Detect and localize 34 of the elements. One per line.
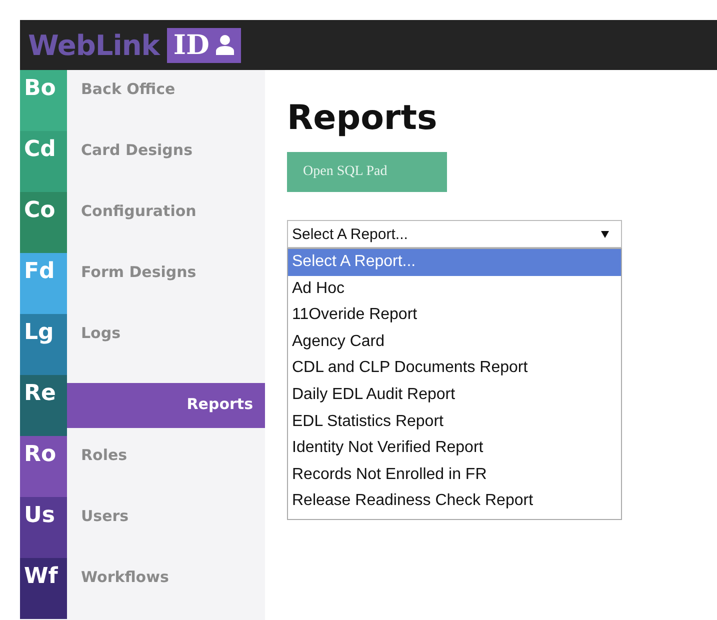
brand-logo: WebLink: [28, 28, 160, 62]
nav-badge: Cd: [20, 131, 67, 192]
sidebar-item[interactable]: Workflows: [67, 558, 265, 619]
dropdown-option[interactable]: Identity Not Verified Report: [288, 435, 621, 462]
nav-badge: Bo: [20, 70, 67, 131]
report-select[interactable]: Select A Report...: [287, 220, 622, 248]
sidebar-item[interactable]: Configuration: [67, 192, 265, 253]
dropdown-option[interactable]: Ad Hoc: [288, 276, 621, 302]
nav-badge: Ro: [20, 436, 67, 497]
dropdown-option[interactable]: Release Readiness Check Report: [288, 488, 621, 515]
dropdown-option[interactable]: 11Overide Report: [288, 302, 621, 329]
id-badge: ID: [167, 28, 242, 62]
dropdown-option[interactable]: Daily EDL Audit Report: [288, 382, 621, 409]
sidebar-item[interactable]: Roles: [67, 436, 265, 497]
dropdown-option[interactable]: Records Not Enrolled in FR: [288, 462, 621, 488]
sidebar-item[interactable]: Back Office: [67, 70, 265, 131]
nav-badge: Co: [20, 192, 67, 253]
dropdown-option[interactable]: Agency Card: [288, 328, 621, 356]
person-icon: [215, 34, 236, 56]
sidebar-item[interactable]: Reports: [67, 383, 265, 428]
nav-badge: Re: [20, 375, 67, 436]
nav-badge: Wf: [20, 558, 67, 619]
dropdown-option[interactable]: Select A Report...: [288, 249, 621, 276]
nav-badge: Lg: [20, 314, 67, 375]
dropdown-option[interactable]: CDL and CLP Documents Report: [288, 355, 621, 382]
dropdown-option[interactable]: EDL Statistics Report: [288, 408, 621, 436]
sidebar-item[interactable]: Logs: [67, 314, 265, 375]
sidebar-item[interactable]: Card Designs: [67, 131, 265, 192]
page-title: Reports: [287, 98, 438, 138]
nav-badge: Us: [20, 497, 67, 558]
dropdown-arrow-icon: [601, 230, 609, 238]
sidebar-item[interactable]: Form Designs: [67, 253, 265, 314]
sidebar-item[interactable]: Users: [67, 497, 265, 558]
nav-badge: Fd: [20, 253, 67, 314]
